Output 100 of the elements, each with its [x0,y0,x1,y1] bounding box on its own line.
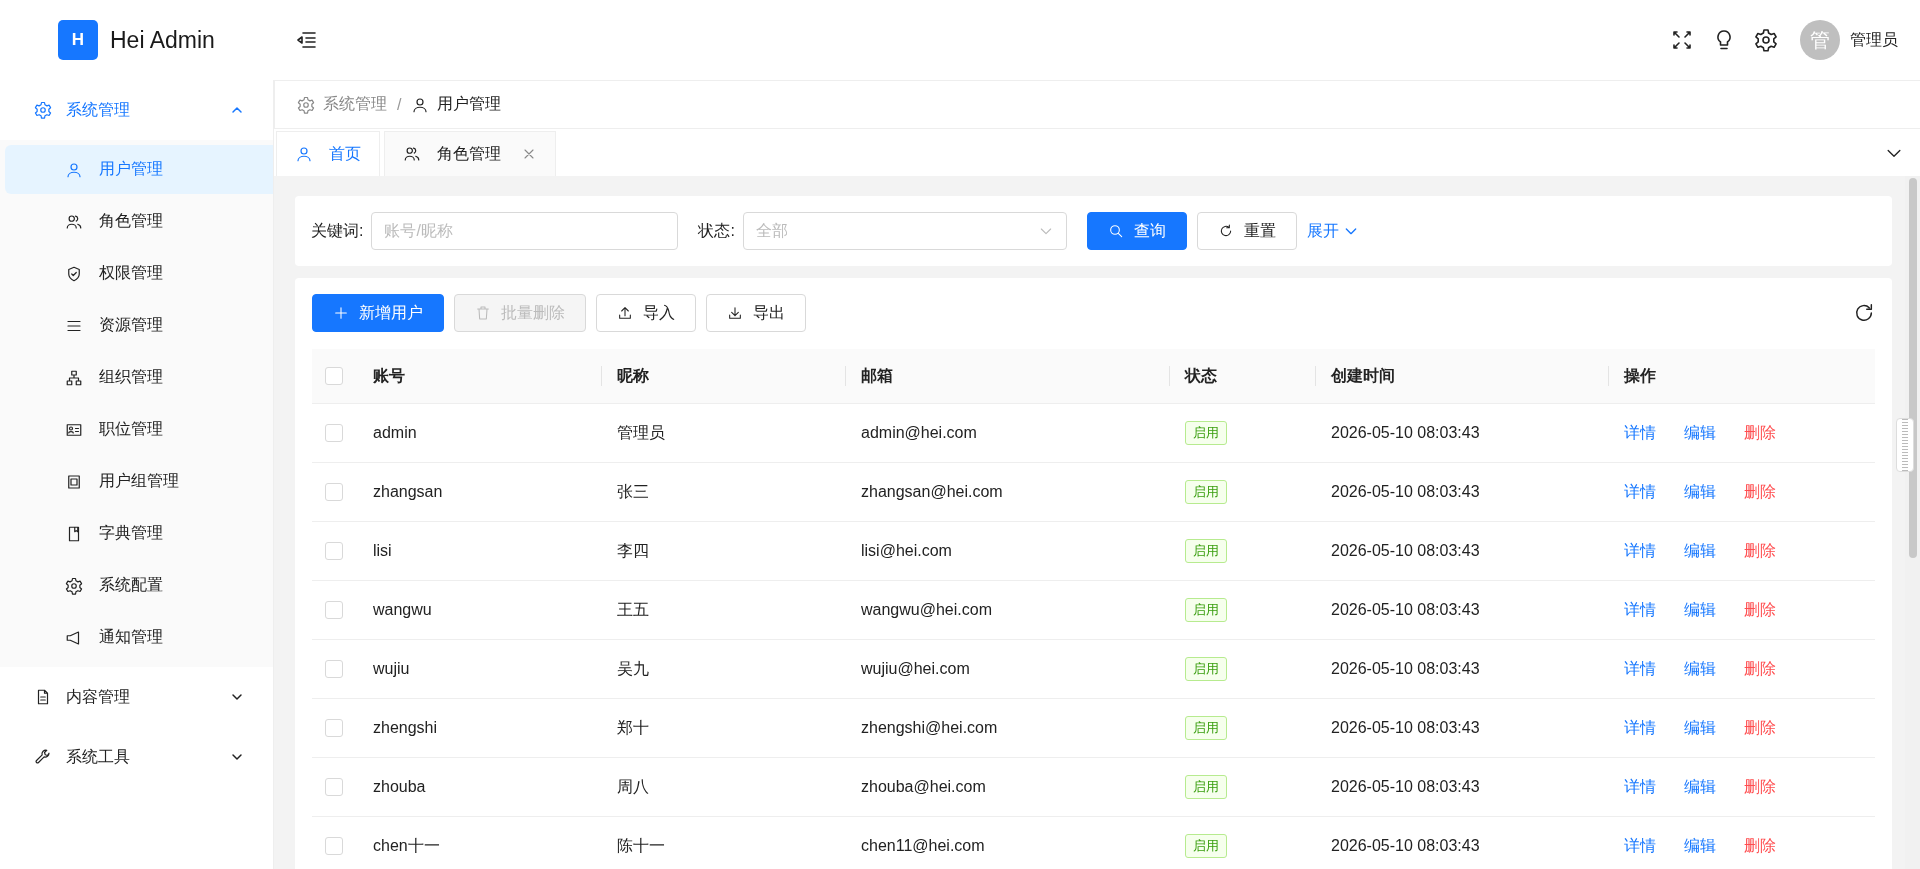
delete-link[interactable]: 删除 [1744,659,1776,677]
table-cell: wujiu [373,660,410,677]
status-tag: 启用 [1185,716,1227,740]
sitemap-icon [65,368,83,387]
sidebar-item[interactable]: 组织管理 [5,353,268,402]
table-cell: wangwu@hei.com [861,601,992,618]
row-checkbox[interactable] [325,660,343,679]
sidebar-item[interactable]: 字典管理 [5,509,268,558]
action-link[interactable]: 详情 [1624,777,1656,795]
sidebar-item[interactable]: 系统管理 [0,80,273,140]
download-icon [727,305,743,321]
frame-icon [65,472,83,491]
tab[interactable]: 首页 [276,131,380,176]
action-link[interactable]: 详情 [1624,659,1656,677]
select-all-checkbox[interactable] [325,367,343,386]
sidebar-item[interactable]: 资源管理 [5,301,268,350]
table-cell: 郑十 [617,718,649,736]
settings-icon [297,95,315,114]
import-button[interactable]: 导入 [596,294,696,332]
table-cell: 李四 [617,541,649,559]
reset-button[interactable]: 重置 [1196,212,1297,250]
delete-link[interactable]: 删除 [1744,836,1776,854]
user-icon [65,160,83,179]
expand-link[interactable]: 展开 [1306,220,1359,242]
add-button[interactable]: 新增用户 [312,294,444,332]
delete-link[interactable]: 删除 [1744,482,1776,500]
drag-handle[interactable] [1896,418,1914,472]
sidebar-item[interactable]: 内容管理 [0,667,273,727]
export-button[interactable]: 导出 [706,294,806,332]
row-checkbox[interactable] [325,837,343,856]
action-link[interactable]: 编辑 [1684,836,1716,854]
table-cell: 陈十一 [617,836,665,854]
row-checkbox[interactable] [325,601,343,620]
action-link[interactable]: 详情 [1624,600,1656,618]
action-link[interactable]: 编辑 [1684,659,1716,677]
breadcrumb-separator: / [397,95,402,114]
field-label: 状态: [698,220,735,241]
fullscreen-icon[interactable] [1670,28,1694,52]
tab[interactable]: 角色管理 [384,131,556,176]
query-button[interactable]: 查询 [1086,212,1187,250]
row-checkbox[interactable] [325,424,343,443]
table-cell: zhouba@hei.com [861,778,986,795]
shield-icon [65,264,83,283]
sidebar-item[interactable]: 用户组管理 [5,457,268,506]
table-cell: lisi [373,542,392,559]
table-cell: admin@hei.com [861,424,977,441]
breadcrumb-item: 用户管理 [437,94,502,114]
logo: H [58,20,98,60]
action-link[interactable]: 编辑 [1684,777,1716,795]
status-tag: 启用 [1185,598,1227,622]
row-checkbox[interactable] [325,719,343,738]
action-link[interactable]: 详情 [1624,541,1656,559]
settings-icon[interactable] [1754,28,1778,52]
action-link[interactable]: 编辑 [1684,600,1716,618]
sidebar-item[interactable]: 职位管理 [5,405,268,454]
delete-link[interactable]: 删除 [1744,541,1776,559]
sidebar-item[interactable]: 权限管理 [5,249,268,298]
table-cell: zhangsan [373,483,443,500]
trash-icon [475,305,491,321]
refresh-icon[interactable] [1853,302,1875,324]
wrench-icon [34,748,52,766]
sidebar-item[interactable]: 通知管理 [5,613,268,662]
delete-link[interactable]: 删除 [1744,423,1776,441]
row-checkbox[interactable] [325,778,343,797]
table-cell: chen11@hei.com [861,837,985,854]
status-tag: 启用 [1185,834,1227,858]
table-cell: 2026-05-10 08:03:43 [1331,660,1480,677]
sidebar-item[interactable]: 用户管理 [5,145,273,194]
action-link[interactable]: 详情 [1624,836,1656,854]
user-icon [411,95,430,114]
search-icon [1107,223,1124,239]
row-checkbox[interactable] [325,542,343,561]
user-name[interactable]: 管理员 [1850,29,1898,51]
table-cell: lisi@hei.com [861,542,952,559]
users-icon [65,212,83,231]
row-checkbox[interactable] [325,483,343,502]
sidebar-item[interactable]: 系统配置 [5,561,268,610]
status-tag: 启用 [1185,539,1227,563]
table-cell: wangwu [373,601,432,618]
plus-icon [333,305,349,321]
delete-link[interactable]: 删除 [1744,600,1776,618]
delete-link[interactable]: 删除 [1744,718,1776,736]
breadcrumb-item[interactable]: 系统管理 [323,94,387,115]
table-cell: zhengshi@hei.com [861,719,998,736]
action-link[interactable]: 详情 [1624,718,1656,736]
keyword-field[interactable]: 账号/昵称 [371,212,679,250]
delete-link[interactable]: 删除 [1744,777,1776,795]
action-link[interactable]: 详情 [1624,482,1656,500]
action-link[interactable]: 编辑 [1684,541,1716,559]
column-header: 状态 [1169,349,1315,404]
table-cell: 周八 [617,777,649,795]
status-tag: 启用 [1185,775,1227,799]
action-link[interactable]: 详情 [1624,423,1656,441]
column-header: 账号 [357,349,601,404]
sidebar-item[interactable]: 系统工具 [0,727,273,787]
sidebar-item[interactable]: 角色管理 [5,197,268,246]
action-link[interactable]: 编辑 [1684,423,1716,441]
action-link[interactable]: 编辑 [1684,482,1716,500]
action-link[interactable]: 编辑 [1684,718,1716,736]
app-name: Hei Admin [110,26,215,54]
